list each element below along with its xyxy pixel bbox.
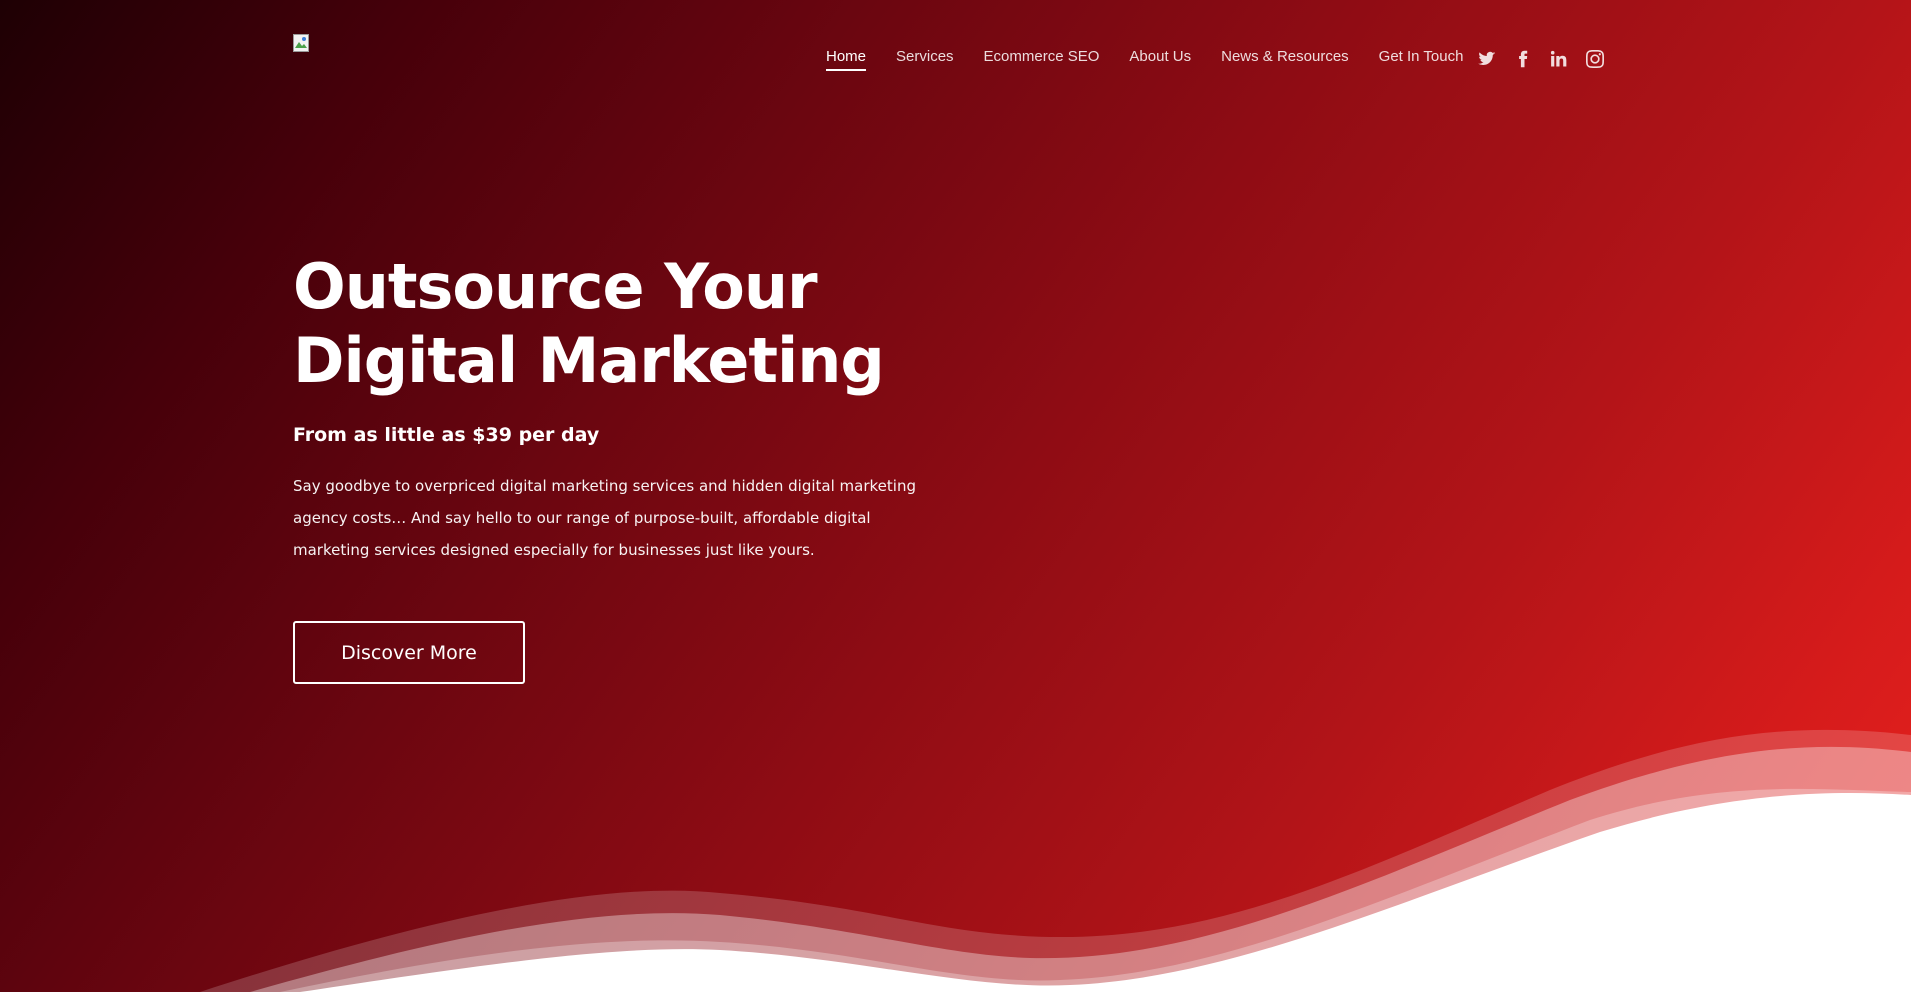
- linkedin-link[interactable]: [1549, 49, 1569, 69]
- main-nav: Home Services Ecommerce SEO About Us New…: [826, 48, 1463, 71]
- facebook-link[interactable]: [1513, 49, 1533, 69]
- hero-description: Say goodbye to overpriced digital market…: [293, 477, 916, 559]
- hero-subtitle: From as little as $39 per day: [293, 424, 600, 446]
- logo-image[interactable]: [293, 34, 309, 52]
- discover-more-button[interactable]: Discover More: [293, 621, 525, 684]
- nav-home[interactable]: Home: [826, 48, 867, 71]
- twitter-icon: [1478, 51, 1496, 66]
- nav-get-in-touch[interactable]: Get In Touch: [1379, 48, 1464, 71]
- nav-ecommerce-seo[interactable]: Ecommerce SEO: [984, 48, 1100, 71]
- linkedin-icon: [1550, 50, 1567, 67]
- instagram-link[interactable]: [1585, 49, 1605, 69]
- nav-news-resources[interactable]: News & Resources: [1221, 48, 1349, 71]
- social-links: [1477, 49, 1605, 69]
- hero-title: Outsource Your Digital Marketing: [293, 250, 885, 397]
- hero-content: Outsource Your Digital Marketing From as…: [293, 250, 943, 566]
- hero-wave-decoration: [200, 729, 1911, 992]
- nav-about-us[interactable]: About Us: [1129, 48, 1191, 71]
- instagram-icon: [1586, 50, 1604, 68]
- twitter-link[interactable]: [1477, 49, 1497, 69]
- nav-services[interactable]: Services: [896, 48, 954, 71]
- page: Home Services Ecommerce SEO About Us New…: [0, 0, 1911, 992]
- facebook-icon: [1519, 50, 1528, 68]
